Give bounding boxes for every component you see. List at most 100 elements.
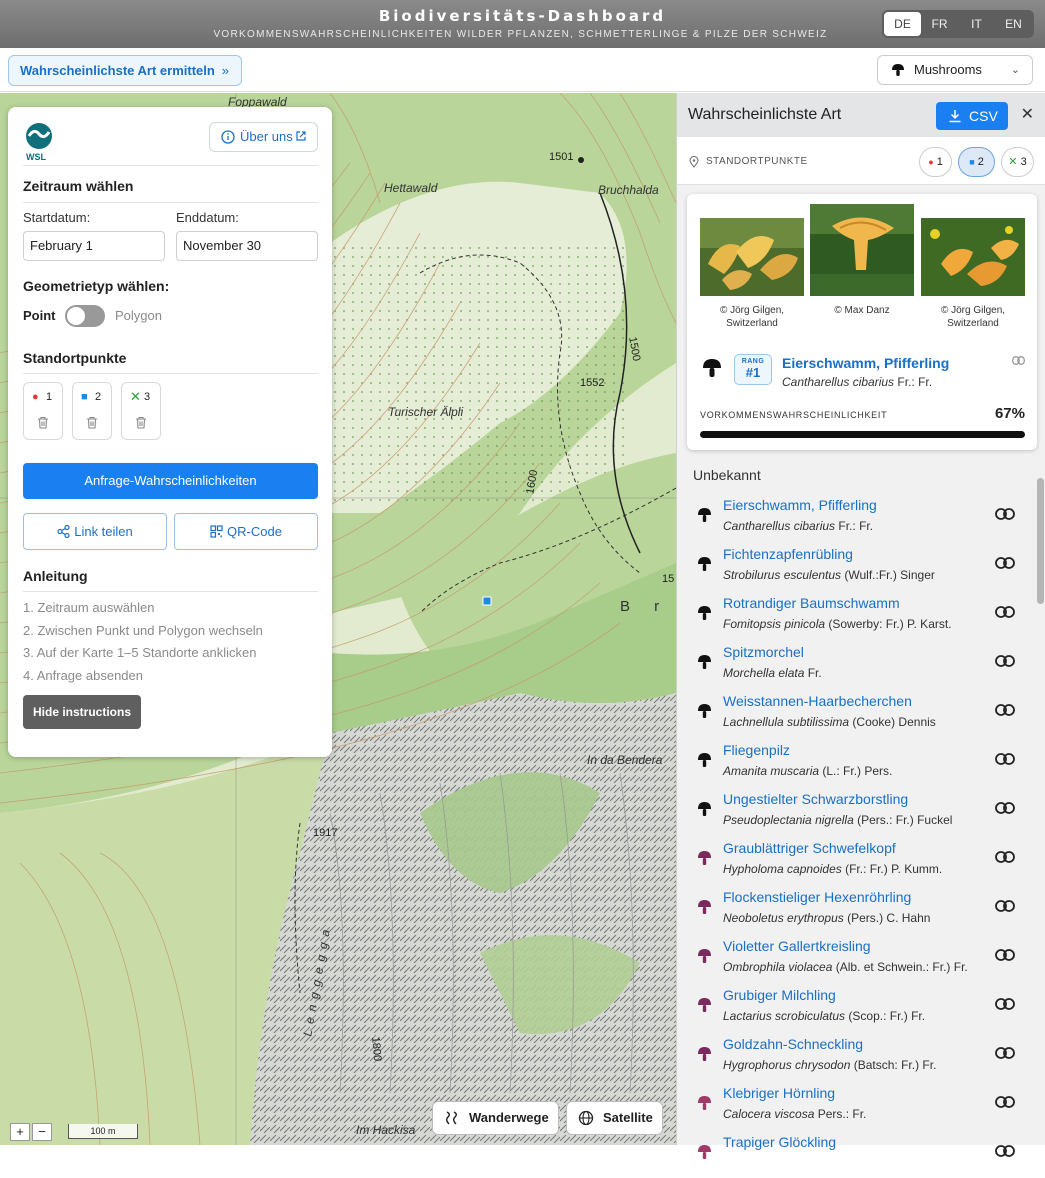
species-name[interactable]: Klebriger Hörnling (723, 1085, 835, 1101)
species-name[interactable]: Grubiger Milchling (723, 987, 836, 1003)
species-list-item[interactable]: Spitzmorchel Morchella elata Fr. (677, 639, 1035, 688)
hiking-trails-button[interactable]: Wanderwege (432, 1101, 559, 1135)
result-title: Wahrscheinlichste Art (688, 106, 842, 123)
link-icon[interactable] (995, 900, 1015, 912)
elevation-label: 1917 (313, 827, 338, 839)
mushroom-icon (698, 1145, 711, 1159)
top-species-name[interactable]: Eierschwamm, Pfifferling (782, 355, 949, 371)
species-name[interactable]: Graublättriger Schwefelkopf (723, 840, 896, 856)
lang-it-button[interactable]: IT (958, 12, 995, 36)
species-photo[interactable] (810, 204, 914, 296)
scientific-name: Neoboletus erythropus (723, 911, 844, 925)
end-date-input[interactable]: November 30 (176, 231, 318, 261)
species-list-item[interactable]: Flockenstieliger Hexenröhrling Neoboletus… (677, 884, 1035, 933)
point-card: ✕ 3 (121, 382, 161, 440)
point-chip-3[interactable]: ✕ 3 (1001, 147, 1034, 177)
species-scientific: Fomitopsis pinicola (Sowerby: Fr.) P. Ka… (723, 617, 952, 631)
species-name[interactable]: Fliegenpilz (723, 742, 790, 758)
close-icon[interactable]: ✕ (1021, 104, 1034, 124)
probability-bar (700, 431, 1025, 438)
link-icon[interactable] (1012, 356, 1025, 365)
species-photo[interactable] (700, 204, 804, 296)
species-list-item[interactable]: Weisstannen-Haarbecherchen Lachnellula su… (677, 688, 1035, 737)
point-chip-1[interactable]: ● 1 (919, 147, 952, 177)
point-chip-2[interactable]: ■ 2 (958, 147, 995, 177)
trash-icon[interactable] (86, 416, 98, 429)
author: (Alb. et Schwein.: Fr.) Fr. (832, 960, 968, 974)
species-photo[interactable] (921, 204, 1025, 296)
link-icon[interactable] (995, 1047, 1015, 1059)
mushroom-icon (698, 655, 711, 669)
species-list-item[interactable]: Graublättriger Schwefelkopf Hypholoma cap… (677, 835, 1035, 884)
link-icon[interactable] (995, 704, 1015, 716)
share-link-button[interactable]: Link teilen (23, 513, 167, 550)
geometry-polygon-label: Polygon (115, 308, 162, 323)
author: Fr.: Fr. (897, 375, 933, 389)
taxon-select-value: Mushrooms (914, 62, 982, 77)
author: Fr.: Fr. (835, 519, 874, 533)
start-date-input[interactable]: February 1 (23, 231, 165, 261)
link-icon[interactable] (995, 998, 1015, 1010)
satellite-button[interactable]: Satellite (566, 1101, 663, 1135)
lang-en-button[interactable]: EN (995, 12, 1032, 36)
point-chip-dot: ● (928, 157, 934, 167)
species-list-item[interactable]: Rotrandiger Baumschwamm Fomitopsis pinico… (677, 590, 1035, 639)
query-probabilities-button[interactable]: Anfrage-Wahrscheinlichkeiten (23, 463, 318, 499)
taxon-select[interactable]: Mushrooms ⌄ (877, 55, 1033, 85)
species-name[interactable]: Trapiger Glöckling (723, 1134, 836, 1150)
zoom-in-button[interactable]: + (10, 1123, 30, 1141)
species-list-item[interactable]: Goldzahn-Schneckling Hygrophorus chrysodo… (677, 1031, 1035, 1080)
top-species-card: © Jörg Gilgen, Switzerland © Max Danz © … (687, 194, 1037, 450)
species-list-item[interactable]: Eierschwamm, Pfifferling Cantharellus cib… (677, 492, 1035, 541)
species-name[interactable]: Eierschwamm, Pfifferling (723, 497, 877, 513)
species-list-item[interactable]: Ungestielter Schwarzborstling Pseudoplect… (677, 786, 1035, 835)
species-list-item[interactable]: Fliegenpilz Amanita muscaria (L.: Fr.) Pe… (677, 737, 1035, 786)
link-icon[interactable] (995, 753, 1015, 765)
link-icon[interactable] (995, 802, 1015, 814)
link-icon[interactable] (995, 606, 1015, 618)
species-name[interactable]: Ungestielter Schwarzborstling (723, 791, 908, 807)
link-icon[interactable] (995, 1096, 1015, 1108)
link-icon[interactable] (995, 1145, 1015, 1157)
species-name[interactable]: Flockenstieliger Hexenröhrling (723, 889, 911, 905)
species-name[interactable]: Fichtenzapfenrübling (723, 546, 853, 562)
species-name[interactable]: Spitzmorchel (723, 644, 804, 660)
trash-icon[interactable] (37, 416, 49, 429)
download-icon (949, 110, 961, 123)
point-chip-cross: ✕ (1008, 156, 1018, 168)
species-name[interactable]: Violetter Gallertkreisling (723, 938, 871, 954)
lang-fr-button[interactable]: FR (921, 12, 958, 36)
csv-download-button[interactable]: CSV (936, 102, 1008, 130)
species-name[interactable]: Weisstannen-Haarbecherchen (723, 693, 912, 709)
probability-label: VORKOMMENSWAHRSCHEINLICHKEIT (700, 410, 888, 420)
link-icon[interactable] (995, 851, 1015, 863)
qr-code-button[interactable]: QR-Code (174, 513, 318, 550)
globe-icon (578, 1110, 594, 1126)
zoom-out-button[interactable]: − (32, 1123, 52, 1141)
scientific-name: Amanita muscaria (723, 764, 820, 778)
about-us-button[interactable]: Über uns (209, 122, 318, 152)
species-name[interactable]: Rotrandiger Baumschwamm (723, 595, 900, 611)
species-list-item[interactable]: Trapiger Glöckling (677, 1129, 1035, 1178)
link-icon[interactable] (995, 508, 1015, 520)
species-name[interactable]: Goldzahn-Schneckling (723, 1036, 863, 1052)
mushroom-icon (698, 606, 711, 620)
author: Pers.: Fr. (814, 1107, 867, 1121)
scrollbar[interactable] (1037, 478, 1044, 604)
find-species-button[interactable]: Wahrscheinlichste Art ermitteln » (8, 55, 242, 86)
geometry-toggle[interactable] (65, 305, 105, 327)
species-list-item[interactable]: Violetter Gallertkreisling Ombrophila vio… (677, 933, 1035, 982)
link-icon[interactable] (995, 655, 1015, 667)
point-chip-number: 3 (1020, 156, 1027, 168)
instruction-step: 2. Zwischen Punkt und Polygon wechseln (23, 623, 263, 638)
hide-instructions-button[interactable]: Hide instructions (23, 695, 141, 729)
trash-icon[interactable] (135, 416, 147, 429)
lang-de-button[interactable]: DE (884, 12, 921, 36)
species-list-item[interactable]: Grubiger Milchling Lactarius scrobiculatu… (677, 982, 1035, 1031)
species-list-item[interactable]: Fichtenzapfenrübling Strobilurus esculent… (677, 541, 1035, 590)
map-label: B r (620, 598, 670, 615)
scientific-name: Calocera viscosa (723, 1107, 815, 1121)
link-icon[interactable] (995, 949, 1015, 961)
species-list-item[interactable]: Klebriger Hörnling Calocera viscosa Pers.… (677, 1080, 1035, 1129)
link-icon[interactable] (995, 557, 1015, 569)
